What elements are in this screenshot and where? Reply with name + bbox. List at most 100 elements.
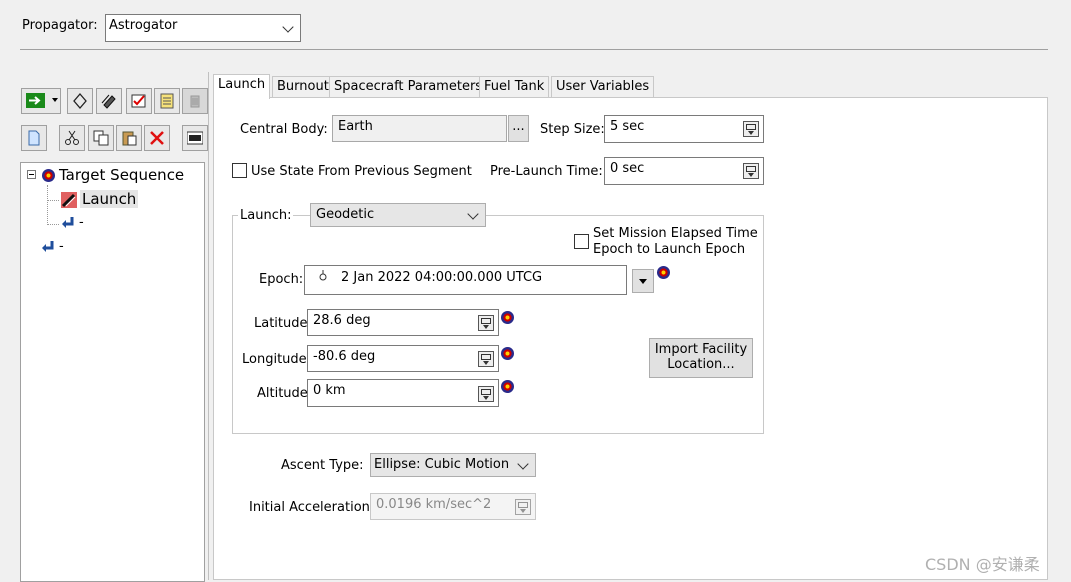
altitude-label: Altitude: (257, 386, 313, 401)
mission-tree[interactable]: Target Sequence Launch - - (20, 162, 205, 582)
step-size-label: Step Size: (540, 122, 605, 137)
target-icon[interactable] (501, 311, 514, 324)
tree-return-item[interactable]: - (59, 239, 64, 254)
diamond-button[interactable] (67, 88, 93, 114)
cut-button[interactable] (59, 125, 85, 151)
longitude-value: -80.6 deg (313, 349, 376, 364)
separator (20, 49, 1048, 50)
tab-burnout[interactable]: Burnout (272, 76, 334, 98)
pre-launch-field[interactable]: 0 sec (604, 157, 764, 185)
target-icon[interactable] (657, 266, 670, 279)
diamond-icon (73, 93, 87, 109)
launch-icon (61, 192, 77, 208)
units-icon[interactable] (743, 163, 759, 179)
step-size-value: 5 sec (610, 119, 645, 134)
initial-acceleration-label: Initial Acceleration: (249, 500, 375, 515)
step-size-field[interactable]: 5 sec (604, 115, 764, 143)
longitude-field[interactable]: -80.6 deg (307, 345, 499, 372)
trash-icon (190, 95, 200, 108)
ascent-type-value: Ellipse: Cubic Motion (374, 457, 510, 472)
ascent-type-label: Ascent Type: (281, 458, 364, 473)
central-body-value: Earth (338, 119, 373, 134)
units-icon[interactable] (478, 386, 494, 402)
stack-icon (101, 94, 116, 109)
longitude-label: Longitude: (242, 352, 312, 367)
latitude-field[interactable]: 28.6 deg (307, 309, 499, 336)
set-mission-checkbox[interactable] (574, 234, 589, 249)
target-icon[interactable] (501, 380, 514, 393)
propagator-value: Astrogator (109, 18, 178, 33)
dropdown-arrow-icon[interactable] (52, 98, 58, 102)
use-state-checkbox[interactable] (232, 163, 247, 178)
propagator-select[interactable]: Astrogator (105, 14, 301, 42)
browse-button[interactable]: ... (508, 115, 529, 142)
pre-launch-label: Pre-Launch Time: (490, 164, 603, 179)
mcs-button[interactable] (182, 125, 208, 151)
target-icon[interactable] (501, 347, 514, 360)
ascent-type-select[interactable]: Ellipse: Cubic Motion (370, 453, 536, 477)
copy-button[interactable] (88, 125, 114, 151)
central-body-field[interactable]: Earth (332, 115, 507, 142)
notes-button[interactable] (154, 88, 180, 114)
splitter[interactable] (208, 72, 209, 580)
central-body-label: Central Body: (240, 122, 328, 137)
latitude-value: 28.6 deg (313, 313, 371, 328)
set-mission-label-1: Set Mission Elapsed Time (593, 226, 758, 241)
return-icon (62, 217, 74, 228)
watermark: CSDN @安谦柔 (925, 555, 1040, 574)
use-state-label: Use State From Previous Segment (251, 164, 472, 179)
epoch-clock-icon (319, 270, 327, 281)
import-facility-label-1: Import Facility (654, 342, 748, 357)
import-facility-button[interactable]: Import Facility Location... (649, 338, 753, 378)
stack-button[interactable] (96, 88, 122, 114)
tab-spacecraft-parameters[interactable]: Spacecraft Parameters (329, 76, 488, 98)
copy-icon (93, 130, 109, 146)
notes-icon (160, 93, 174, 109)
propagator-label: Propagator: (22, 18, 98, 33)
pre-launch-value: 0 sec (610, 161, 645, 176)
run-button[interactable] (21, 88, 61, 114)
cut-icon (65, 130, 79, 145)
launch-group-label: Launch: (238, 208, 294, 223)
tab-launch[interactable]: Launch (213, 74, 271, 99)
launch-type-value: Geodetic (316, 207, 375, 222)
dropdown-arrow-icon (639, 279, 647, 284)
tree-root-label[interactable]: Target Sequence (59, 166, 184, 184)
paste-icon (122, 131, 137, 146)
checklist-button[interactable] (126, 88, 152, 114)
altitude-field[interactable]: 0 km (307, 379, 499, 407)
trash-button[interactable] (182, 88, 208, 114)
paste-button[interactable] (116, 125, 142, 151)
epoch-value: 2 Jan 2022 04:00:00.000 UTCG (341, 270, 543, 285)
epoch-dropdown-button[interactable] (632, 269, 654, 293)
new-button[interactable] (21, 125, 47, 151)
delete-icon (150, 131, 164, 145)
initial-acceleration-field[interactable]: 0.0196 km/sec^2 (370, 493, 536, 520)
mcs-icon (187, 131, 203, 145)
return-icon (42, 241, 54, 252)
tree-return-item[interactable]: - (79, 215, 84, 230)
run-icon (26, 93, 45, 108)
tab-fuel-tank[interactable]: Fuel Tank (479, 76, 550, 98)
chevron-down-icon (517, 458, 529, 470)
collapse-toggle[interactable] (27, 170, 36, 179)
new-page-icon (28, 130, 40, 146)
latitude-label: Latitude: (254, 316, 312, 331)
units-icon[interactable] (478, 351, 494, 367)
epoch-field[interactable]: 2 Jan 2022 04:00:00.000 UTCG (304, 265, 627, 295)
chevron-down-icon (467, 208, 479, 220)
import-facility-label-2: Location... (667, 357, 735, 372)
launch-type-select[interactable]: Geodetic (310, 203, 486, 227)
tab-user-variables[interactable]: User Variables (551, 76, 655, 98)
units-icon[interactable] (478, 315, 494, 331)
set-mission-label-2: Epoch to Launch Epoch (593, 242, 746, 257)
initial-acceleration-value: 0.0196 km/sec^2 (376, 497, 492, 512)
tree-launch-item[interactable]: Launch (80, 190, 139, 208)
chevron-down-icon (282, 21, 294, 33)
target-sequence-icon (42, 169, 55, 182)
checklist-icon (131, 94, 146, 108)
delete-button[interactable] (144, 125, 170, 151)
units-icon[interactable] (743, 121, 759, 137)
altitude-value: 0 km (313, 383, 346, 398)
units-icon (515, 499, 531, 515)
